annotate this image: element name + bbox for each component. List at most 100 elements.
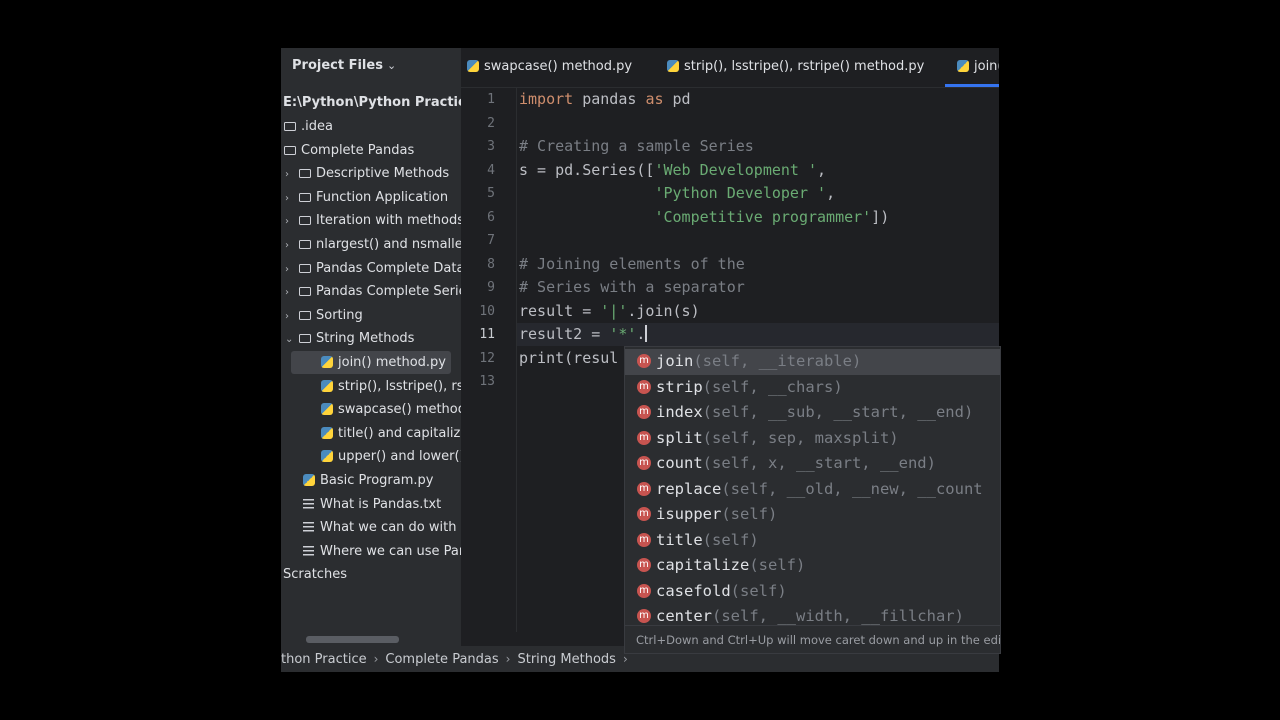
tree-item[interactable]: .idea (281, 115, 461, 138)
completion-text: title(self) (656, 528, 759, 554)
code-line-5: 'Python Developer ', (654, 184, 836, 202)
folder-icon (299, 216, 311, 226)
tree-item[interactable]: ⌄ String Methods (281, 327, 461, 350)
tree-item-label: What we can do with p (320, 520, 461, 536)
method-signature: (self) (730, 581, 787, 600)
completion-item[interactable]: m isupper(self) (625, 502, 1000, 528)
completion-item[interactable]: m count(self, x, __start, __end) (625, 451, 1000, 477)
chevron-right-icon[interactable]: › (285, 210, 299, 232)
completion-item[interactable]: m strip(self, __chars) (625, 375, 1000, 401)
project-files-dropdown[interactable]: Project Files ⌄ (292, 58, 396, 73)
tree-item[interactable]: What we can do with p (281, 516, 461, 539)
completion-text: isupper(self) (656, 502, 777, 528)
chevron-right-icon[interactable]: › (285, 187, 299, 209)
completion-text: join(self, __iterable) (656, 349, 861, 375)
text-file-icon (303, 498, 314, 509)
tab-join[interactable]: join( (945, 48, 999, 87)
line-number: 6 (487, 209, 495, 225)
tree-item[interactable]: › Sorting (281, 304, 461, 327)
tab-label: join( (974, 59, 999, 74)
completion-item[interactable]: m replace(self, __old, __new, __count (625, 477, 1000, 503)
tree-item[interactable]: title() and capitalize (281, 422, 461, 445)
completion-hint: Ctrl+Down and Ctrl+Up will move caret do… (625, 625, 1000, 653)
tree-item-label: Scratches (283, 567, 347, 583)
chevron-right-icon[interactable]: › (285, 258, 299, 280)
completion-item[interactable]: m split(self, sep, maxsplit) (625, 426, 1000, 452)
method-signature: (self, __iterable) (693, 352, 862, 370)
tab-swapcase[interactable]: swapcase() method.py (467, 48, 632, 87)
folder-icon (299, 240, 311, 249)
tree-item-label: Descriptive Methods (316, 166, 450, 182)
method-icon: m (637, 583, 651, 598)
python-file-icon (321, 356, 333, 368)
tree-item[interactable]: strip(), lsstripe(), rst (281, 375, 461, 398)
tree-item-label: Complete Pandas (301, 142, 415, 158)
completion-item[interactable]: m casefold(self) (625, 579, 1000, 605)
completion-text: capitalize(self) (656, 553, 805, 579)
code-line-12: print(resul (519, 348, 619, 367)
code-completion-popup: m join(self, __iterable) m strip(self, __ch… (624, 346, 1001, 654)
chevron-down-icon[interactable]: ⌄ (285, 328, 299, 350)
line-number: 12 (479, 350, 495, 366)
tree-item[interactable]: Complete Pandas (281, 139, 461, 162)
tree-item[interactable]: swapcase() method (281, 398, 461, 421)
method-name: join (656, 352, 694, 370)
completion-item[interactable]: m title(self) (625, 528, 1000, 554)
method-name: center (656, 607, 712, 625)
python-file-icon (957, 60, 969, 72)
method-name: capitalize (656, 556, 750, 574)
tree-item-content: Complete Pandas (284, 139, 414, 162)
chevron-right-icon[interactable]: › (285, 163, 299, 185)
tab-strip[interactable]: strip(), lsstripe(), rstripe() method.py (667, 48, 924, 87)
completion-item[interactable]: m join(self, __iterable) (625, 349, 1000, 375)
python-file-icon (303, 474, 315, 486)
tree-item[interactable]: › Pandas Complete Datal (281, 257, 461, 280)
tree-root[interactable]: E:\Python\Python Practice (281, 91, 461, 114)
tree-item-label: upper() and lower() (338, 449, 461, 465)
python-file-icon (667, 60, 679, 72)
gutter-divider (516, 88, 517, 632)
chevron-right-icon[interactable]: › (285, 305, 299, 327)
completion-text: replace(self, __old, __new, __count (656, 477, 983, 503)
method-name: isupper (656, 505, 722, 523)
breadcrumb-item[interactable]: String Methods (517, 647, 615, 672)
sidebar-scrollbar[interactable] (306, 636, 399, 643)
chevron-right-icon[interactable]: › (285, 234, 299, 256)
tree-item-label: Pandas Complete Serie (316, 284, 461, 300)
completion-text: count(self, x, __start, __end) (656, 451, 936, 477)
method-icon: m (637, 558, 651, 572)
tree-item-content: › Sorting (285, 304, 363, 327)
tree-item[interactable]: Basic Program.py (281, 469, 461, 492)
line-number: 3 (487, 139, 495, 154)
tree-item-content: swapcase() method (321, 398, 461, 421)
method-signature: (self, __width, __fillchar) (712, 607, 964, 625)
tree-item[interactable]: join() method.py (281, 351, 461, 374)
tree-item[interactable]: › nlargest() and nsmalles (281, 233, 461, 256)
chevron-right-icon[interactable]: › (285, 281, 299, 303)
tree-item[interactable]: › Iteration with methods (281, 209, 461, 232)
tree-item[interactable]: › Function Application (281, 186, 461, 209)
breadcrumb-item[interactable]: thon Practice (281, 647, 367, 672)
tree-item[interactable]: upper() and lower() (281, 445, 461, 468)
folder-icon (284, 122, 296, 131)
method-name: index (656, 403, 703, 421)
tree-item-content: Basic Program.py (303, 469, 433, 492)
method-signature: (self, __old, __new, __count (721, 479, 983, 498)
tree-item-content: .idea (284, 115, 333, 138)
completion-item[interactable]: m index(self, __sub, __start, __end) (625, 400, 1000, 426)
tree-item-content: › Pandas Complete Datal (285, 257, 461, 280)
tree-item[interactable]: › Descriptive Methods (281, 162, 461, 185)
tree-item-label: swapcase() method (338, 402, 461, 418)
completion-item[interactable]: m capitalize(self) (625, 553, 1000, 579)
tree-item-label: title() and capitalize (338, 425, 461, 441)
tree-item[interactable]: What is Pandas.txt (281, 493, 461, 516)
tree-item[interactable]: Scratches (281, 563, 461, 586)
breadcrumb-item[interactable]: Complete Pandas (385, 647, 498, 672)
method-signature: (self, sep, maxsplit) (702, 428, 899, 447)
tree-item-content: › nlargest() and nsmalles (285, 233, 461, 256)
tree-item-content: title() and capitalize (321, 422, 461, 445)
line-number: 11 (479, 327, 495, 342)
tab-label: swapcase() method.py (484, 59, 633, 74)
tree-item[interactable]: Where we can use Pan (281, 540, 461, 563)
tree-item[interactable]: › Pandas Complete Serie (281, 280, 461, 303)
